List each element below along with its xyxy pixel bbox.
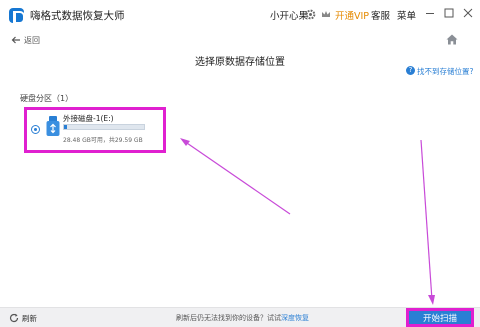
maximize-icon[interactable] (442, 6, 456, 20)
disk-card[interactable]: 外接磁盘-1(E:) 28.48 GB可用，共29.59 GB (24, 107, 166, 153)
disk-usage-bar (63, 124, 145, 130)
section-label: 硬盘分区（1） (20, 94, 74, 103)
scan-button-highlight: 开始扫描 (406, 308, 474, 327)
title-bar: 嗨格式数据恢复大师 小开心果 开通VIP 客服 菜单 (0, 0, 480, 30)
back-arrow-icon[interactable] (11, 36, 21, 44)
annotation-arrowhead (180, 138, 190, 146)
help-link-label[interactable]: 找不到存储位置? (417, 66, 473, 77)
question-icon: ? (406, 66, 415, 75)
service-link[interactable]: 客服 (371, 8, 390, 22)
annotation-arrowhead (428, 295, 435, 305)
usb-drive-icon (46, 116, 60, 136)
annotation-overlay (180, 138, 435, 305)
disk-usage-fill (64, 125, 68, 129)
start-scan-button[interactable]: 开始扫描 (409, 311, 471, 324)
app-title: 嗨格式数据恢复大师 (30, 10, 125, 22)
disk-size: 28.48 GB可用，共29.59 GB (63, 137, 143, 144)
refresh-icon[interactable] (9, 313, 19, 323)
home-icon[interactable] (446, 34, 458, 45)
vip-link[interactable]: 开通VIP (335, 8, 369, 22)
crown-icon (322, 11, 330, 17)
footer-hint: 刷新后仍无法找到你的设备？试试深度恢复 (176, 313, 309, 323)
disk-name: 外接磁盘-1(E:) (63, 114, 114, 123)
menu-link[interactable]: 菜单 (397, 8, 416, 22)
user-name[interactable]: 小开心果 (270, 8, 308, 22)
minimize-icon[interactable] (423, 6, 437, 20)
back-button[interactable]: 返回 (24, 35, 40, 46)
refresh-button[interactable]: 刷新 (22, 313, 37, 324)
annotation-arrow (420, 139, 433, 301)
deep-recovery-link[interactable]: 深度恢复 (281, 314, 309, 322)
annotation-arrow (183, 140, 291, 215)
gear-icon[interactable] (305, 9, 316, 20)
app-logo-icon (9, 8, 25, 24)
disk-radio[interactable] (31, 125, 40, 134)
close-icon[interactable] (461, 6, 475, 20)
footer-hint-text: 刷新后仍无法找到你的设备？试试 (176, 314, 281, 322)
